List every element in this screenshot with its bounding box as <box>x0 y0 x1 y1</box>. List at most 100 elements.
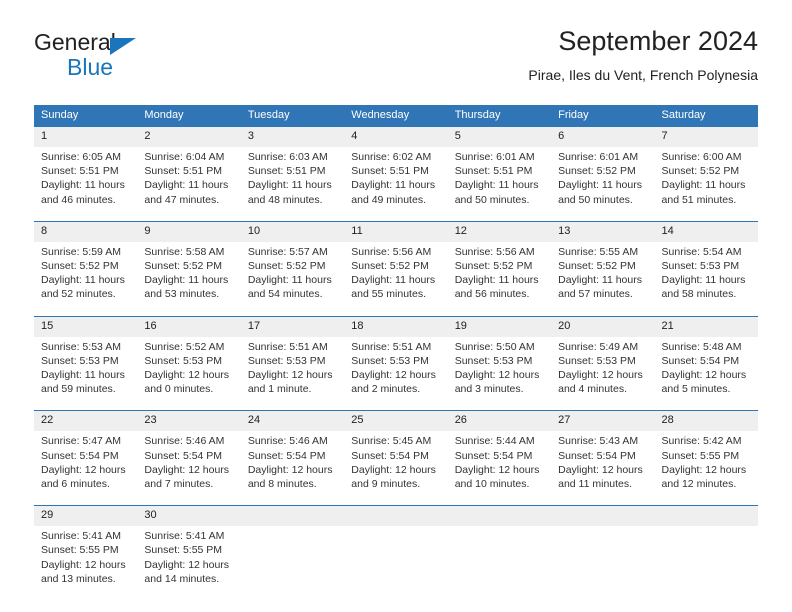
calendar-empty-cell <box>551 505 655 593</box>
calendar-day-cell[interactable]: 24 Sunrise: 5:46 AM Sunset: 5:54 PM Dayligh… <box>240 410 345 498</box>
sunset-time: Sunset: 5:51 PM <box>247 165 326 178</box>
daylight-duration-line2: and 6 minutes. <box>41 478 110 491</box>
sunset-time: Sunset: 5:54 PM <box>351 449 429 462</box>
calendar-day-cell[interactable]: 13 Sunrise: 5:55 AM Sunset: 5:52 PM Dayligh… <box>551 220 655 308</box>
sunset-time: Sunset: 5:55 PM <box>661 449 740 462</box>
calendar-day-cell[interactable]: 15 Sunrise: 5:53 AM Sunset: 5:53 PM Dayligh… <box>34 315 138 403</box>
day-number: 12 <box>447 221 552 242</box>
calendar-day-cell[interactable]: 27 Sunrise: 5:43 AM Sunset: 5:54 PM Dayligh… <box>551 410 655 498</box>
daylight-duration-line2: and 56 minutes. <box>454 288 530 301</box>
day-cell-inner: 5 Sunrise: 6:01 AM Sunset: 5:51 PM Daylight… <box>447 127 552 213</box>
day-number: 13 <box>551 221 655 242</box>
daylight-duration-line1: Daylight: 12 hours <box>144 369 230 382</box>
calendar-day-cell[interactable]: 19 Sunrise: 5:50 AM Sunset: 5:53 PM Dayligh… <box>447 315 552 403</box>
daylight-duration-line2: and 7 minutes. <box>144 478 214 491</box>
calendar-day-cell[interactable]: 5 Sunrise: 6:01 AM Sunset: 5:51 PM Daylight… <box>447 125 552 213</box>
calendar-empty-cell <box>654 505 758 593</box>
weekday-header-wednesday: Wednesday <box>344 105 448 127</box>
daylight-duration-line1: Daylight: 11 hours <box>661 274 746 287</box>
day-cell-inner: 16 Sunrise: 5:52 AM Sunset: 5:53 PM Dayligh… <box>137 316 241 403</box>
daylight-duration-line2: and 11 minutes. <box>558 478 633 491</box>
day-cell-inner: 12 Sunrise: 5:56 AM Sunset: 5:52 PM Dayligh… <box>447 221 552 308</box>
day-number: 25 <box>344 411 448 432</box>
day-details <box>448 526 551 535</box>
calendar-day-cell[interactable]: 11 Sunrise: 5:56 AM Sunset: 5:52 PM Dayligh… <box>344 220 448 308</box>
daylight-duration-line2: and 57 minutes. <box>558 288 633 301</box>
calendar-day-cell[interactable]: 30 Sunrise: 5:41 AM Sunset: 5:55 PM Dayligh… <box>137 505 241 593</box>
daylight-duration-line2: and 14 minutes. <box>144 572 220 585</box>
day-number: 1 <box>34 127 138 147</box>
day-number: 22 <box>34 411 138 432</box>
sunset-time: Sunset: 5:54 PM <box>454 449 533 462</box>
day-cell-inner: 2 Sunrise: 6:04 AM Sunset: 5:51 PM Daylight… <box>137 127 241 213</box>
calendar-day-cell[interactable]: 22 Sunrise: 5:47 AM Sunset: 5:54 PM Dayligh… <box>34 410 138 498</box>
calendar-day-cell[interactable]: 28 Sunrise: 5:42 AM Sunset: 5:55 PM Dayligh… <box>654 410 758 498</box>
calendar-day-cell[interactable]: 17 Sunrise: 5:51 AM Sunset: 5:53 PM Dayligh… <box>240 315 345 403</box>
day-cell-inner <box>447 506 552 589</box>
sunset-time: Sunset: 5:54 PM <box>661 354 740 367</box>
day-cell-inner <box>654 506 758 589</box>
calendar-day-cell[interactable]: 2 Sunrise: 6:04 AM Sunset: 5:51 PM Daylight… <box>137 125 241 213</box>
calendar-day-cell[interactable]: 1 Sunrise: 6:05 AM Sunset: 5:51 PM Daylight… <box>34 125 138 213</box>
sunrise-time: Sunrise: 5:56 AM <box>454 245 535 258</box>
daylight-duration-line2: and 48 minutes. <box>247 193 323 206</box>
day-cell-inner: 30 Sunrise: 5:41 AM Sunset: 5:55 PM Dayligh… <box>137 506 241 592</box>
day-number <box>240 506 345 527</box>
day-number: 10 <box>240 221 345 242</box>
calendar-day-cell[interactable]: 21 Sunrise: 5:48 AM Sunset: 5:54 PM Dayligh… <box>654 315 758 403</box>
daylight-duration-line1: Daylight: 11 hours <box>41 369 125 382</box>
daylight-duration-line1: Daylight: 11 hours <box>454 179 539 192</box>
calendar-week-row: 1 Sunrise: 6:05 AM Sunset: 5:51 PM Daylight… <box>34 125 758 213</box>
calendar-day-cell[interactable]: 18 Sunrise: 5:51 AM Sunset: 5:53 PM Dayligh… <box>344 315 448 403</box>
day-details: Sunrise: 5:55 AM Sunset: 5:52 PM Daylight:… <box>551 242 654 308</box>
sunset-time: Sunset: 5:52 PM <box>144 260 223 273</box>
generalblue-logo[interactable]: General Blue <box>34 26 254 88</box>
calendar-day-cell[interactable]: 25 Sunrise: 5:45 AM Sunset: 5:54 PM Dayligh… <box>344 410 448 498</box>
day-details: Sunrise: 5:43 AM Sunset: 5:54 PM Daylight:… <box>551 431 654 497</box>
weekday-header-tuesday: Tuesday <box>240 105 345 127</box>
calendar-day-cell[interactable]: 14 Sunrise: 5:54 AM Sunset: 5:53 PM Dayligh… <box>654 220 758 308</box>
weekday-header-sunday: Sunday <box>34 105 138 127</box>
week-spacer-cell <box>34 307 758 317</box>
day-details: Sunrise: 5:48 AM Sunset: 5:54 PM Daylight:… <box>655 337 758 403</box>
calendar-day-cell[interactable]: 10 Sunrise: 5:57 AM Sunset: 5:52 PM Dayligh… <box>240 220 345 308</box>
day-cell-inner: 23 Sunrise: 5:46 AM Sunset: 5:54 PM Dayligh… <box>137 411 241 497</box>
daylight-duration-line1: Daylight: 12 hours <box>454 463 540 476</box>
calendar-day-cell[interactable]: 16 Sunrise: 5:52 AM Sunset: 5:53 PM Dayligh… <box>137 315 241 403</box>
daylight-duration-line1: Daylight: 12 hours <box>247 463 333 476</box>
calendar-day-cell[interactable]: 7 Sunrise: 6:00 AM Sunset: 5:52 PM Daylight… <box>654 125 758 213</box>
daylight-duration-line1: Daylight: 12 hours <box>558 369 643 382</box>
day-details: Sunrise: 6:00 AM Sunset: 5:52 PM Daylight:… <box>655 147 758 213</box>
calendar-day-cell[interactable]: 20 Sunrise: 5:49 AM Sunset: 5:53 PM Dayligh… <box>551 315 655 403</box>
calendar-table: Sunday Monday Tuesday Wednesday Thursday… <box>34 105 758 593</box>
week-spacer-cell <box>34 402 758 411</box>
calendar-day-cell[interactable]: 23 Sunrise: 5:46 AM Sunset: 5:54 PM Dayligh… <box>137 410 241 498</box>
calendar-day-cell[interactable]: 6 Sunrise: 6:01 AM Sunset: 5:52 PM Daylight… <box>551 125 655 213</box>
calendar-day-cell[interactable]: 12 Sunrise: 5:56 AM Sunset: 5:52 PM Dayligh… <box>447 220 552 308</box>
sunrise-time: Sunrise: 5:41 AM <box>144 530 225 543</box>
sunrise-time: Sunrise: 6:04 AM <box>144 151 225 163</box>
day-details: Sunrise: 6:04 AM Sunset: 5:51 PM Daylight:… <box>137 147 240 213</box>
sunset-time: Sunset: 5:53 PM <box>454 354 533 367</box>
day-details: Sunrise: 5:46 AM Sunset: 5:54 PM Daylight:… <box>137 431 240 497</box>
day-cell-inner: 18 Sunrise: 5:51 AM Sunset: 5:53 PM Dayligh… <box>344 316 448 403</box>
day-number: 14 <box>654 221 758 242</box>
sunrise-time: Sunrise: 5:51 AM <box>247 340 328 353</box>
calendar-day-cell[interactable]: 26 Sunrise: 5:44 AM Sunset: 5:54 PM Dayligh… <box>447 410 552 498</box>
calendar-day-cell[interactable]: 4 Sunrise: 6:02 AM Sunset: 5:51 PM Daylight… <box>344 125 448 213</box>
sunrise-time: Sunrise: 5:46 AM <box>247 435 328 448</box>
sunrise-time: Sunrise: 6:01 AM <box>454 151 535 163</box>
sunrise-time: Sunrise: 5:43 AM <box>558 435 639 448</box>
sunset-time: Sunset: 5:51 PM <box>41 165 119 178</box>
day-number: 23 <box>137 411 241 432</box>
day-details: Sunrise: 5:41 AM Sunset: 5:55 PM Daylight:… <box>137 526 240 592</box>
calendar-day-cell[interactable]: 3 Sunrise: 6:03 AM Sunset: 5:51 PM Daylight… <box>240 125 345 213</box>
daylight-duration-line2: and 53 minutes. <box>144 288 220 301</box>
sunset-time: Sunset: 5:53 PM <box>247 354 326 367</box>
calendar-day-cell[interactable]: 9 Sunrise: 5:58 AM Sunset: 5:52 PM Daylight… <box>137 220 241 308</box>
sunset-time: Sunset: 5:51 PM <box>144 165 223 178</box>
day-cell-inner <box>551 506 655 589</box>
calendar-day-cell[interactable]: 8 Sunrise: 5:59 AM Sunset: 5:52 PM Daylight… <box>34 220 138 308</box>
day-details: Sunrise: 5:44 AM Sunset: 5:54 PM Daylight:… <box>448 431 551 497</box>
calendar-day-cell[interactable]: 29 Sunrise: 5:41 AM Sunset: 5:55 PM Dayligh… <box>34 505 138 593</box>
